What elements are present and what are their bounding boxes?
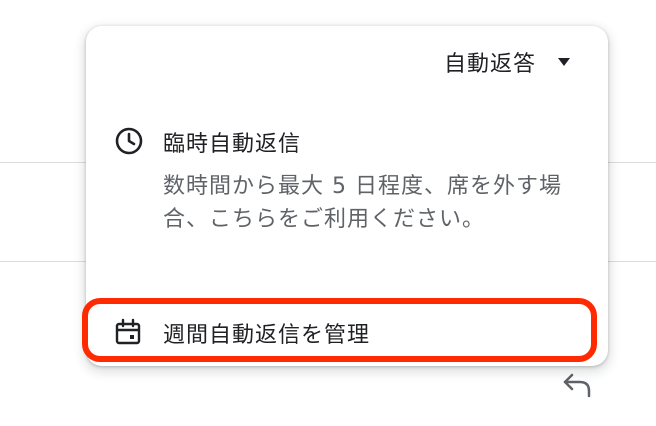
dropdown-caret-icon [558, 58, 570, 66]
temporary-auto-reply-option[interactable]: 臨時自動返信 数時間から最大 5 日程度、席を外す場合、こちらをご利用ください。 [86, 122, 608, 272]
auto-reply-dropdown[interactable]: 自動返答 [444, 46, 570, 78]
temporary-auto-reply-title: 臨時自動返信 [163, 132, 302, 157]
page: 自動返答 臨時自動返信 数時間から最大 5 日程度、席を外す場合、こちらをご利用… [0, 0, 656, 426]
auto-reply-dropdown-label: 自動返答 [443, 52, 536, 77]
calendar-icon [115, 318, 141, 345]
temporary-auto-reply-description: 数時間から最大 5 日程度、席を外す場合、こちらをご利用ください。 [163, 174, 562, 232]
reply-icon[interactable] [562, 372, 592, 398]
manage-weekly-auto-reply-label: 週間自動返信を管理 [163, 323, 371, 348]
auto-reply-menu: 自動返答 臨時自動返信 数時間から最大 5 日程度、席を外す場合、こちらをご利用… [82, 26, 608, 366]
manage-weekly-auto-reply-option[interactable]: 週間自動返信を管理 [82, 298, 597, 362]
clock-icon [115, 127, 143, 155]
